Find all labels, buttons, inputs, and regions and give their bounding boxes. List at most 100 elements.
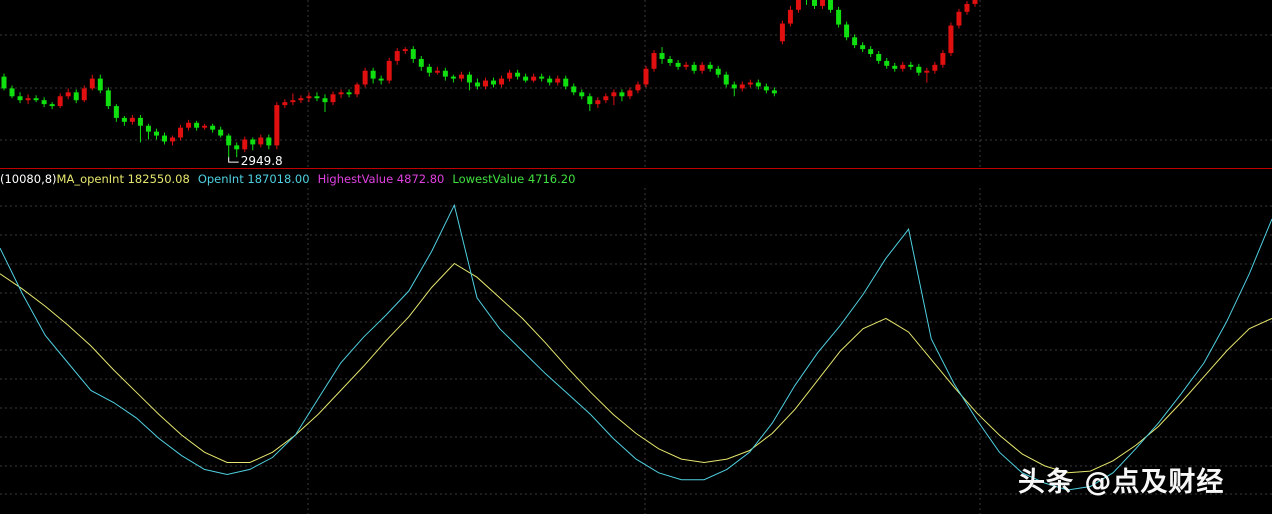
candle-body [298,98,304,101]
candle-body [763,86,769,91]
candle-body [651,53,657,69]
candle-body [458,74,464,79]
candle-body [555,78,561,83]
candle-body [1,76,7,89]
candle-body [547,78,553,83]
candle-body [603,96,609,101]
openint-line [0,203,1272,491]
candle-body [715,68,721,75]
candle-body [442,70,448,77]
candle-body [25,98,31,101]
candle-body [418,58,424,67]
candle-body [507,72,513,79]
candle-body [466,74,472,83]
candle-body [900,64,906,69]
candle-body [65,92,71,97]
candle-body [755,82,761,87]
candle-body [202,125,208,128]
candle-body [145,125,151,132]
price-low-marker: 2949.8 [240,154,283,168]
candle-body [402,49,408,52]
candle-body [683,64,689,67]
candle-body [771,90,777,94]
candle-body [587,96,593,105]
candle-body [675,62,681,67]
candle-body [290,100,296,103]
candle-body [948,25,954,54]
price-candles [1,0,978,163]
candle-body [362,70,368,85]
candle-body [9,88,15,97]
candle-body [258,137,264,145]
candle-body [812,0,818,6]
price-gridlines [0,0,1272,167]
candle-body [17,96,23,101]
candle-body [434,70,440,73]
candle-body [539,76,545,79]
candle-body [129,117,135,122]
candle-body [611,92,617,97]
candle-body [378,78,384,81]
candle-body [153,131,159,136]
candle-body [194,122,200,128]
candle-body [723,74,729,85]
candle-body [836,9,842,25]
candle-body [619,92,625,97]
candle-body [731,84,737,89]
candle-body [531,76,537,81]
legend-openint: OpenInt 187018.00 [197,172,310,186]
low-marker-pointer [228,157,239,163]
candle-body [121,117,127,122]
candle-body [595,100,601,105]
candle-body [394,51,400,61]
candle-body [924,70,930,73]
candle-body [105,90,111,107]
indicator-lines [0,203,1272,491]
candle-body [97,78,103,91]
candle-body [523,76,529,81]
candle-body [964,3,970,12]
candle-body [707,64,713,69]
candle-body [346,92,352,95]
candle-body [787,9,793,24]
candle-body [354,84,360,95]
candle-body [186,122,192,128]
candle-body [89,78,95,89]
legend-params: (10080,8) [0,172,57,186]
candle-body [852,37,858,46]
legend-ma-openint: MA_openInt 182550.08 [56,172,190,186]
chart-canvas [0,0,1272,514]
candle-body [747,82,753,85]
candle-body [828,0,834,10]
candle-body [635,84,641,91]
legend-lowest-value: LowestValue 4716.20 [452,172,576,186]
candle-body [274,105,280,146]
candle-body [892,65,898,69]
candle-body [306,96,312,99]
candle-body [266,137,272,146]
candle-body [218,129,224,136]
candle-body [226,135,232,146]
candle-body [113,106,119,118]
watermark-logo: 头条 @点及财经 [1018,467,1225,498]
candle-body [739,84,745,89]
candle-body [57,96,63,107]
candle-body [81,88,87,101]
candle-body [844,24,850,38]
candle-body [499,78,505,85]
candle-body [338,92,344,95]
candle-body [234,145,240,150]
candle-body [699,64,705,71]
candle-body [691,64,697,71]
candle-body [482,80,488,87]
candle-body [795,0,801,10]
candle-body [73,92,79,101]
candle-body [659,53,665,59]
candle-body [386,60,392,81]
candle-body [779,23,785,42]
candle-body [643,68,649,85]
candle-body [667,58,673,63]
candle-body [571,86,577,93]
candle-body [282,102,288,106]
candle-body [178,127,184,138]
